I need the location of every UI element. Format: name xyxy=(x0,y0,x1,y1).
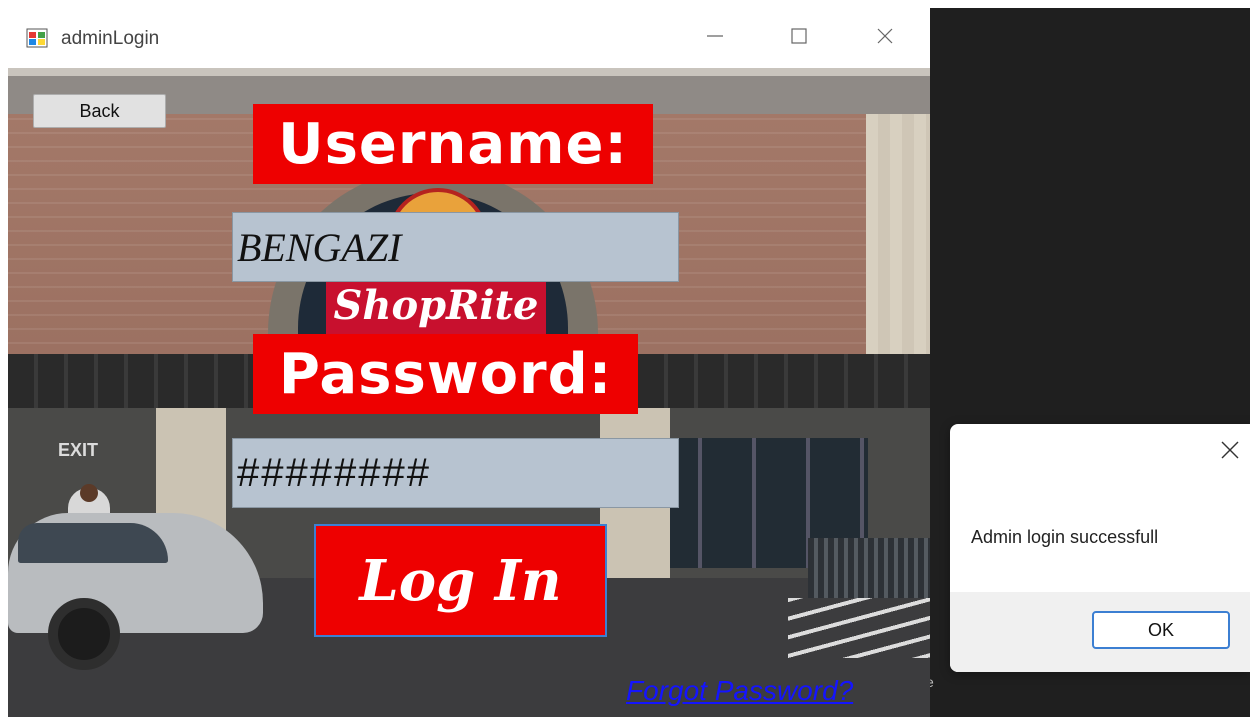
dialog-close-button[interactable] xyxy=(1212,434,1248,470)
username-label: Username: xyxy=(253,104,653,184)
close-button[interactable] xyxy=(862,18,908,58)
app-window-icon xyxy=(26,27,48,49)
password-field[interactable]: ######## xyxy=(232,438,679,508)
title-bar[interactable]: adminLogin xyxy=(8,8,930,68)
forgot-password-link[interactable]: Forgot Password? xyxy=(626,675,853,707)
minimize-icon xyxy=(705,26,725,51)
minimize-button[interactable] xyxy=(692,18,738,58)
maximize-icon xyxy=(789,26,809,51)
close-icon xyxy=(875,26,895,51)
close-icon xyxy=(1219,439,1241,466)
dialog-message: Admin login successfull xyxy=(971,527,1159,547)
admin-login-window: adminLogin ShopRite EXIT Back Username: … xyxy=(8,8,930,717)
form-content: ShopRite EXIT Back Username: BENGAZI Pas… xyxy=(8,68,930,717)
back-button[interactable]: Back xyxy=(33,94,166,128)
maximize-button[interactable] xyxy=(776,18,822,58)
username-field[interactable]: BENGAZI xyxy=(232,212,679,282)
window-title: adminLogin xyxy=(61,28,160,49)
login-button[interactable]: Log In xyxy=(314,524,607,637)
dialog-footer: OK xyxy=(950,592,1250,672)
store-sign: ShopRite xyxy=(333,282,539,329)
message-dialog: Admin login successfull OK xyxy=(950,424,1250,672)
password-label: Password: xyxy=(253,334,638,414)
exit-sign: EXIT xyxy=(58,440,99,460)
ok-button[interactable]: OK xyxy=(1092,611,1230,649)
